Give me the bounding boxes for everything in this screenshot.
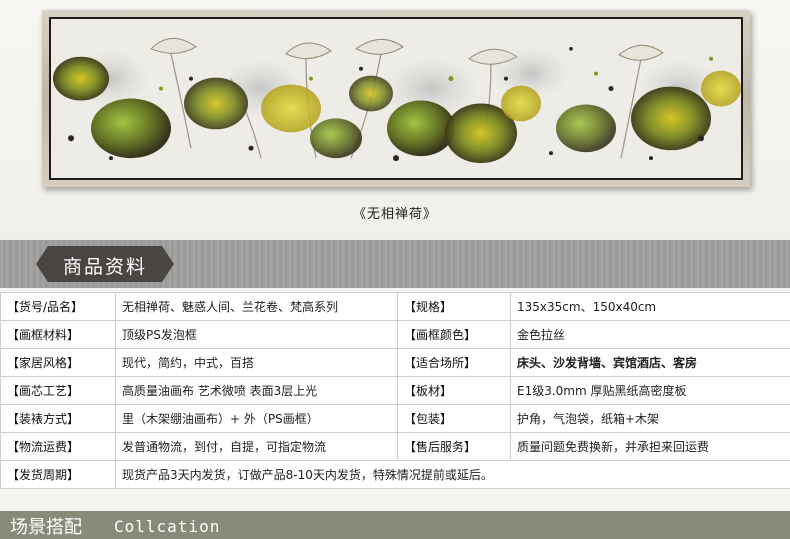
spec-value: 床头、沙发背墙、宾馆酒店、客房 (510, 348, 790, 377)
spec-label: 【货号/品名】 (0, 292, 116, 321)
spec-label: 【家居风格】 (0, 348, 116, 377)
spec-label: 【画框颜色】 (397, 320, 511, 349)
spec-value: 高质量油画布 艺术微喷 表面3层上光 (115, 376, 398, 405)
spec-label: 【规格】 (397, 292, 511, 321)
section-tag: 商品资料 (36, 246, 174, 282)
scene-title-cn: 场景搭配 (10, 517, 82, 538)
table-row: 【画框材料】 顶级PS发泡框 【画框颜色】 金色拉丝 (0, 320, 790, 349)
table-row: 【装裱方式】 里（木架绷油画布）+ 外（PS画框） 【包装】 护角，气泡袋，纸箱… (0, 404, 790, 433)
section-header-band: 商品资料 (0, 240, 790, 288)
spec-label: 【画芯工艺】 (0, 376, 116, 405)
table-row: 【家居风格】 现代，简约，中式，百搭 【适合场所】 床头、沙发背墙、宾馆酒店、客… (0, 348, 790, 377)
spec-value: 金色拉丝 (510, 320, 790, 349)
product-spec-table: 【货号/品名】 无相禅荷、魅惑人间、兰花卷、梵高系列 【规格】 135x35cm… (0, 292, 790, 489)
table-row: 【画芯工艺】 高质量油画布 艺术微喷 表面3层上光 【板材】 E1级3.0mm … (0, 376, 790, 405)
spec-label: 【物流运费】 (0, 432, 116, 461)
lotus-painting-art (53, 37, 741, 164)
spec-value: 里（木架绷油画布）+ 外（PS画框） (115, 404, 398, 433)
spec-label: 【装裱方式】 (0, 404, 116, 433)
spec-label: 【发货周期】 (0, 460, 116, 489)
spec-value: 无相禅荷、魅惑人间、兰花卷、梵高系列 (115, 292, 398, 321)
spec-label: 【适合场所】 (397, 348, 511, 377)
scene-title-en: Collcation (114, 517, 221, 536)
spec-label: 【板材】 (397, 376, 511, 405)
spec-value: 顶级PS发泡框 (115, 320, 398, 349)
picture-frame (42, 10, 750, 187)
frame-inner-border (49, 17, 743, 180)
spec-value: 现代，简约，中式，百搭 (115, 348, 398, 377)
spec-label: 【包装】 (397, 404, 511, 433)
table-row: 【物流运费】 发普通物流，到付，自提，可指定物流 【售后服务】 质量问题免费换新… (0, 432, 790, 461)
spec-value: 护角，气泡袋，纸箱+木架 (510, 404, 790, 433)
table-row: 【货号/品名】 无相禅荷、魅惑人间、兰花卷、梵高系列 【规格】 135x35cm… (0, 292, 790, 321)
spec-value: 发普通物流，到付，自提，可指定物流 (115, 432, 398, 461)
spec-value: 质量问题免费换新，并承担来回运费 (510, 432, 790, 461)
product-showcase: 《无相禅荷》 (0, 0, 790, 240)
painting-caption: 《无相禅荷》 (352, 207, 437, 222)
table-row: 【发货周期】 现货产品3天内发货，订做产品8-10天内发货，特殊情况提前或延后。 (0, 460, 790, 489)
spec-label: 【售后服务】 (397, 432, 511, 461)
scene-section-header: 场景搭配 Collcation (0, 511, 790, 539)
spec-value: 135x35cm、150x40cm (510, 292, 790, 321)
spec-label: 【画框材料】 (0, 320, 116, 349)
section-title: 商品资料 (62, 256, 147, 278)
spec-value: 现货产品3天内发货，订做产品8-10天内发货，特殊情况提前或延后。 (115, 460, 790, 489)
spec-value: E1级3.0mm 厚贴黑纸高密度板 (510, 376, 790, 405)
lotus-painting (51, 19, 741, 178)
